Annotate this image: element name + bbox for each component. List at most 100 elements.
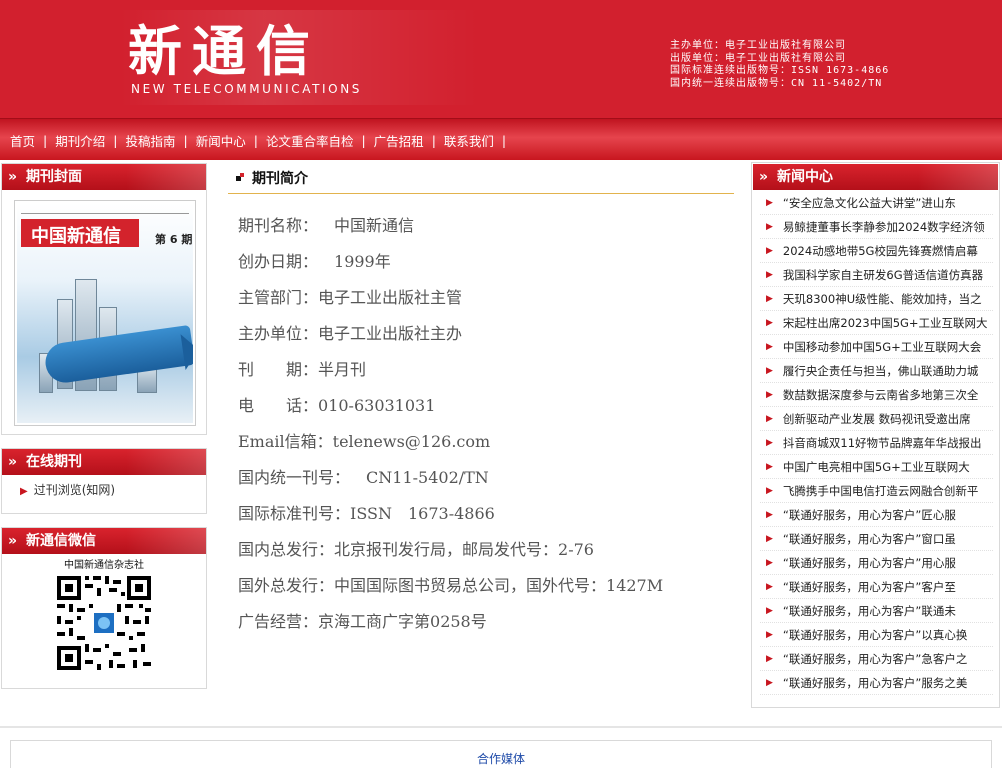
online-link-item[interactable]: ▶ 过刊浏览(知网) <box>20 479 194 503</box>
publisher-info-line: 主办单位：电子工业出版社有限公司 <box>670 40 846 51</box>
news-item-title[interactable]: 履行央企责任与担当，佛山联通助力城 <box>783 359 979 382</box>
news-item[interactable]: ▶ 易鲸捷董事长李静参加2024数字经济领 <box>760 215 993 239</box>
news-item[interactable]: ▶ 我国科学家自主研发6G普适信道仿真器 <box>760 263 993 287</box>
intro-row: 主办单位：电子工业出版社主办 <box>238 316 734 352</box>
main-nav: 首页 | 期刊介绍 | 投稿指南 | 新闻中心 | 论文重合率自检 | 广告招租 | 联系我… <box>0 118 1002 160</box>
news-item-title[interactable]: “联通好服务，用心为客户”服务之美 <box>783 671 967 694</box>
cover-magazine-name: 中国新通信 <box>31 226 121 247</box>
news-item[interactable]: ▶ “联通好服务，用心为客户”联通未 <box>760 599 993 623</box>
triangle-right-icon: ▶ <box>766 581 773 592</box>
cover-panel: » 期刊封面 中国新通信 第 6 期 <box>1 163 207 435</box>
triangle-right-icon: ▶ <box>766 365 773 376</box>
news-item-title[interactable]: “联通好服务，用心为客户”匠心服 <box>783 503 956 526</box>
wechat-panel-title: 新通信微信 <box>26 533 96 549</box>
news-item-title[interactable]: 易鲸捷董事长李静参加2024数字经济领 <box>783 215 985 238</box>
triangle-right-icon: ▶ <box>766 629 773 640</box>
news-item[interactable]: ▶ 天玑8300神U级性能、能效加持，当之 <box>760 287 993 311</box>
partner-media-box: 合作媒体 <box>10 740 992 768</box>
news-item-title[interactable]: 飞腾携手中国电信打造云网融合创新平 <box>783 479 979 502</box>
nav-separator: | <box>43 132 48 148</box>
triangle-right-icon: ▶ <box>766 485 773 496</box>
news-item-title[interactable]: “联通好服务，用心为客户”联通未 <box>783 599 956 622</box>
nav-item-news[interactable]: 新闻中心 <box>196 131 246 150</box>
news-item[interactable]: ▶ 中国广电亮相中国5G+工业互联网大 <box>760 455 993 479</box>
news-item[interactable]: ▶ 数喆数据深度参与云南省多地第三次全 <box>760 383 993 407</box>
news-item[interactable]: ▶ 宋起柱出席2023中国5G+工业互联网大 <box>760 311 993 335</box>
triangle-right-icon: ▶ <box>766 605 773 616</box>
footer-divider <box>0 726 1002 728</box>
intro-label: 主办单位： <box>238 324 319 343</box>
news-item[interactable]: ▶ 创新驱动产业发展 数码视讯受邀出席 <box>760 407 993 431</box>
news-item-title[interactable]: 中国广电亮相中国5G+工业互联网大 <box>783 455 970 478</box>
news-item[interactable]: ▶ 2024动感地带5G校园先锋赛燃情启幕 <box>760 239 993 263</box>
site-logo[interactable]: 新通信 <box>128 22 320 82</box>
news-item-title[interactable]: 抖音商城双11好物节品牌嘉年华战报出 <box>783 431 982 454</box>
intro-row: 电 话：010-63031031 <box>238 388 734 424</box>
triangle-right-icon: ▶ <box>766 221 773 232</box>
news-item[interactable]: ▶ “联通好服务，用心为客户”以真心换 <box>760 623 993 647</box>
intro-row: 国际标准刊号：ISSN 1673-4866 <box>238 496 734 532</box>
intro-row: 创办日期： 1999年 <box>238 244 734 280</box>
nav-separator: | <box>253 132 258 148</box>
news-item[interactable]: ▶ 中国移动参加中国5G+工业互联网大会 <box>760 335 993 359</box>
news-item-title[interactable]: 宋起柱出席2023中国5G+工业互联网大 <box>783 311 988 334</box>
nav-item-about[interactable]: 期刊介绍 <box>55 131 105 150</box>
wechat-qr-code[interactable] <box>55 574 153 672</box>
online-link-label[interactable]: 过刊浏览(知网) <box>34 483 115 497</box>
triangle-right-icon: ▶ <box>766 197 773 208</box>
news-panel-header: » 新闻中心 <box>753 164 998 190</box>
news-item[interactable]: ▶ “联通好服务，用心为客户”急客户之 <box>760 647 993 671</box>
news-item-title[interactable]: “联通好服务，用心为客户”用心服 <box>783 551 956 574</box>
wechat-panel-header: » 新通信微信 <box>2 528 206 554</box>
news-item-title[interactable]: “安全应急文化公益大讲堂”进山东 <box>783 191 956 214</box>
news-item-title[interactable]: 数喆数据深度参与云南省多地第三次全 <box>783 383 979 406</box>
cover-image-frame[interactable]: 中国新通信 第 6 期 <box>14 200 196 426</box>
news-item[interactable]: ▶ “联通好服务，用心为客户”匠心服 <box>760 503 993 527</box>
news-item[interactable]: ▶ 抖音商城双11好物节品牌嘉年华战报出 <box>760 431 993 455</box>
nav-item-home[interactable]: 首页 <box>10 131 35 150</box>
news-item-title[interactable]: 2024动感地带5G校园先锋赛燃情启幕 <box>783 239 978 262</box>
triangle-right-icon: ▶ <box>766 293 773 304</box>
triangle-right-icon: ▶ <box>766 557 773 568</box>
triangle-right-icon: ▶ <box>766 653 773 664</box>
news-item[interactable]: ▶ “联通好服务，用心为客户”客户至 <box>760 575 993 599</box>
news-item-title[interactable]: “联通好服务，用心为客户”客户至 <box>783 575 956 598</box>
news-panel-title: 新闻中心 <box>777 169 833 185</box>
intro-value: ISSN 1673-4866 <box>350 504 495 523</box>
nav-item-plagiarism-check[interactable]: 论文重合率自检 <box>266 131 354 150</box>
partner-media-label[interactable]: 合作媒体 <box>477 750 525 767</box>
intro-value: CN11-5402/TN <box>350 468 489 487</box>
news-item-title[interactable]: 中国移动参加中国5G+工业互联网大会 <box>783 335 981 358</box>
intro-label: 国际标准刊号： <box>238 504 351 523</box>
nav-item-contact[interactable]: 联系我们 <box>444 131 494 150</box>
news-item-title[interactable]: “联通好服务，用心为客户”以真心换 <box>783 623 967 646</box>
nav-item-advertising[interactable]: 广告招租 <box>374 131 424 150</box>
news-item[interactable]: ▶ 履行央企责任与担当，佛山联通助力城 <box>760 359 993 383</box>
news-list: ▶ “安全应急文化公益大讲堂”进山东 ▶ 易鲸捷董事长李静参加2024数字经济领 ▶… <box>752 191 999 695</box>
intro-value: 电子工业出版社主管 <box>318 288 463 307</box>
intro-value: 电子工业出版社主办 <box>318 324 463 343</box>
news-item[interactable]: ▶ 飞腾携手中国电信打造云网融合创新平 <box>760 479 993 503</box>
double-chevron-icon: » <box>8 454 18 470</box>
intro-row: 国内总发行：北京报刊发行局，邮局发代号：2-76 <box>238 532 734 568</box>
news-item-title[interactable]: “联通好服务，用心为客户”急客户之 <box>783 647 967 670</box>
nav-item-submission-guide[interactable]: 投稿指南 <box>125 131 175 150</box>
magazine-cover-image[interactable]: 中国新通信 第 6 期 <box>17 203 193 423</box>
news-item-title[interactable]: 创新驱动产业发展 数码视讯受邀出席 <box>783 407 971 430</box>
intro-value: 京海工商广字第0258号 <box>318 612 487 631</box>
news-item[interactable]: ▶ “联通好服务，用心为客户”用心服 <box>760 551 993 575</box>
intro-value: 北京报刊发行局，邮局发代号：2-76 <box>334 540 594 559</box>
intro-label: 国外总发行： <box>238 576 335 595</box>
header-gloss <box>126 164 206 190</box>
news-item[interactable]: ▶ “联通好服务，用心为客户”服务之美 <box>760 671 993 695</box>
intro-label: 电 话： <box>238 396 319 415</box>
intro-label: 刊 期： <box>238 360 319 379</box>
news-item[interactable]: ▶ “安全应急文化公益大讲堂”进山东 <box>760 191 993 215</box>
news-item-title[interactable]: 天玑8300神U级性能、能效加持，当之 <box>783 287 982 310</box>
news-item-title[interactable]: “联通好服务，用心为客户”窗口虽 <box>783 527 956 550</box>
publisher-info-line: 国内统一连续出版物号：CN 11-5402/TN <box>670 77 883 89</box>
wechat-panel: » 新通信微信 中国新通信杂志社 <box>1 527 207 689</box>
news-item-title[interactable]: 我国科学家自主研发6G普适信道仿真器 <box>783 263 983 286</box>
news-item[interactable]: ▶ “联通好服务，用心为客户”窗口虽 <box>760 527 993 551</box>
nav-separator: | <box>431 132 436 148</box>
